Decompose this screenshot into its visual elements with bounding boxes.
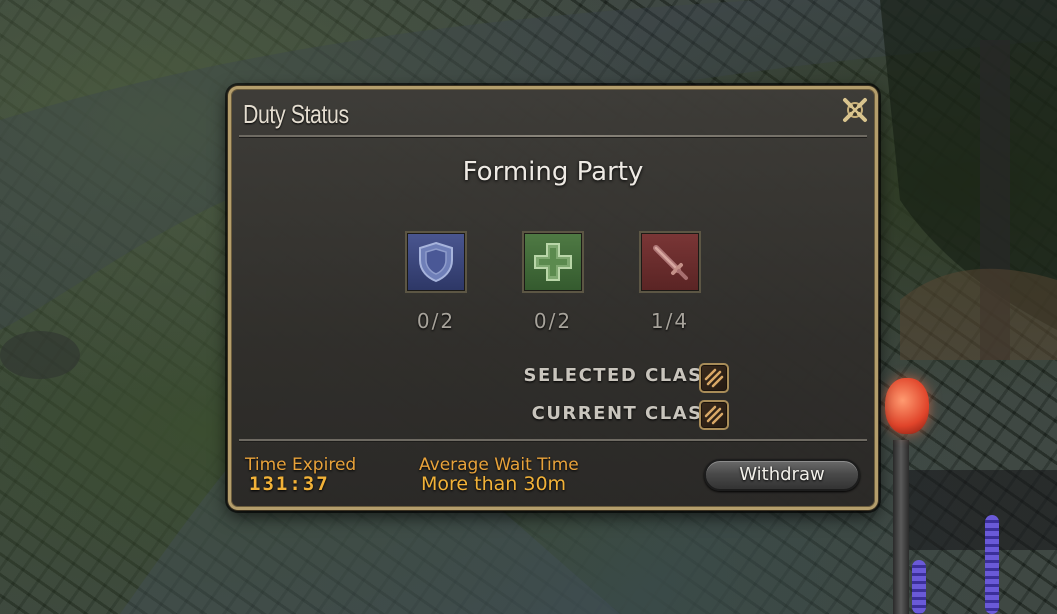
time-expired-label: Time Expired [245, 455, 357, 475]
close-icon [843, 98, 867, 122]
close-button[interactable] [840, 95, 870, 125]
glowing-flower [885, 378, 929, 434]
duty-status-text: Forming Party [462, 157, 644, 187]
selected-class-icon[interactable] [699, 363, 729, 393]
footer-divider [239, 439, 867, 441]
role-healer: 0/2 [520, 231, 586, 333]
average-wait-value: More than 30m [421, 473, 567, 495]
title-divider [239, 135, 867, 137]
role-tank-tile [405, 231, 467, 293]
healer-cross-icon [534, 243, 572, 281]
lupin-flower [912, 560, 926, 614]
shield-icon [419, 241, 453, 283]
lupin-flower [985, 515, 999, 614]
role-tank: 0/2 [403, 231, 469, 333]
current-class-label: CURRENT CLASS: [531, 403, 725, 424]
role-healer-tile [522, 231, 584, 293]
lamp-post [893, 440, 909, 614]
average-wait-label: Average Wait Time [419, 455, 579, 475]
time-expired-value: 131:37 [249, 473, 330, 495]
class-stripes-icon [704, 368, 724, 388]
withdraw-button[interactable]: Withdraw [704, 459, 860, 491]
role-tank-count: 0/2 [416, 309, 456, 333]
role-healer-count: 0/2 [533, 309, 573, 333]
role-dps: 1/4 [637, 231, 703, 333]
class-stripes-icon [704, 405, 724, 425]
duty-status-window: Duty Status Forming Party 0/2 0/2 1/4 SE… [228, 86, 878, 510]
sword-icon [653, 245, 688, 280]
role-dps-count: 1/4 [650, 309, 690, 333]
role-dps-tile [639, 231, 701, 293]
window-title: Duty Status [243, 99, 349, 129]
selected-class-label: SELECTED CLASS: [523, 365, 725, 386]
current-class-icon[interactable] [699, 400, 729, 430]
